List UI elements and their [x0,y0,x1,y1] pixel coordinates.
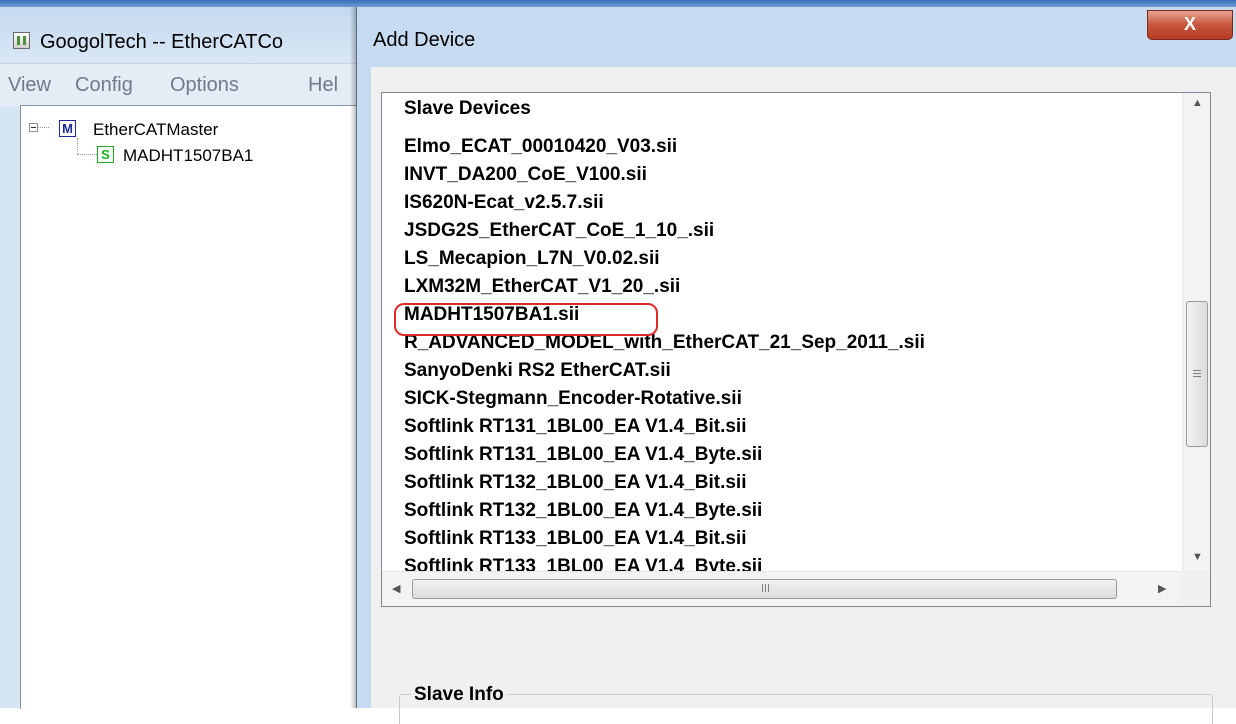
list-item[interactable]: JSDG2S_EtherCAT_CoE_1_10_.sii [404,220,714,248]
close-button[interactable]: X [1147,10,1233,40]
tree-connector [77,154,97,155]
list-item[interactable]: Softlink RT132_1BL00_EA V1.4_Byte.sii [404,500,762,528]
list-item[interactable]: Softlink RT132_1BL00_EA V1.4_Bit.sii [404,472,746,500]
add-device-dialog: Add Device X Slave Devices Elmo_ECAT_000… [356,7,1236,724]
menu-options[interactable]: Options [170,74,239,97]
app-icon [13,32,30,49]
list-item[interactable]: Softlink RT133_1BL00_EA V1.4_Bit.sii [404,528,746,556]
list-item[interactable]: SanyoDenki RS2 EtherCAT.sii [404,360,671,388]
vertical-scroll-thumb[interactable] [1186,301,1208,447]
top-edge [0,0,1236,7]
list-item[interactable]: LS_Mecapion_L7N_V0.02.sii [404,248,660,276]
tree-connector [77,138,78,154]
tree-item-master[interactable]: EtherCATMaster [93,120,218,140]
list-item[interactable]: INVT_DA200_CoE_V100.sii [404,164,647,192]
list-item[interactable]: Softlink RT133_1BL00_EA V1.4_Byte.sii [404,556,762,571]
scrollbar-corner [1182,571,1210,606]
menu-view[interactable]: View [8,74,51,97]
list-item[interactable]: Softlink RT131_1BL00_EA V1.4_Bit.sii [404,416,746,444]
scroll-up-icon[interactable]: ▲ [1192,97,1203,109]
list-item[interactable]: LXM32M_EtherCAT_V1_20_.sii [404,276,680,304]
highlight-ring [394,303,658,336]
slave-icon: S [97,146,114,163]
vertical-scrollbar[interactable]: ▲ ▼ [1182,93,1210,571]
slave-devices-list[interactable]: Slave Devices Elmo_ECAT_00010420_V03.sii… [381,92,1211,607]
list-item[interactable]: IS620N-Ecat_v2.5.7.sii [404,192,604,220]
collapse-icon[interactable] [29,123,38,132]
main-window-title: GoogolTech -- EtherCATCo [40,31,284,53]
list-header: Slave Devices [404,98,531,119]
tree-connector [38,127,49,128]
main-window: GoogolTech -- EtherCATCo View Config Opt… [0,0,361,709]
main-title-bar: GoogolTech -- EtherCATCo [0,7,360,63]
master-icon: M [59,120,76,137]
slave-info-label: Slave Info [411,684,507,706]
device-tree: M EtherCATMaster S MADHT1507BA1 [20,105,361,709]
slave-info-group [399,694,1213,724]
list-item[interactable]: Softlink RT131_1BL00_EA V1.4_Byte.sii [404,444,762,472]
scroll-left-icon[interactable]: ◀ [392,582,400,595]
dialog-client-area: Slave Devices Elmo_ECAT_00010420_V03.sii… [371,67,1236,724]
list-item[interactable]: R_ADVANCED_MODEL_with_EtherCAT_21_Sep_20… [404,332,925,360]
list-item[interactable]: Elmo_ECAT_00010420_V03.sii [404,136,677,164]
menu-config[interactable]: Config [75,74,133,97]
scroll-right-icon[interactable]: ▶ [1158,582,1166,595]
menu-bar: View Config Options Hel [0,63,360,106]
menu-help[interactable]: Hel [308,74,338,97]
tree-item-slave[interactable]: MADHT1507BA1 [123,146,253,166]
scroll-down-icon[interactable]: ▼ [1192,551,1203,563]
dialog-title: Add Device [373,29,476,51]
list-item[interactable]: SICK-Stegmann_Encoder-Rotative.sii [404,388,742,416]
horizontal-scrollbar[interactable]: ◀ ▶ [382,571,1182,606]
horizontal-scroll-thumb[interactable] [412,579,1117,599]
